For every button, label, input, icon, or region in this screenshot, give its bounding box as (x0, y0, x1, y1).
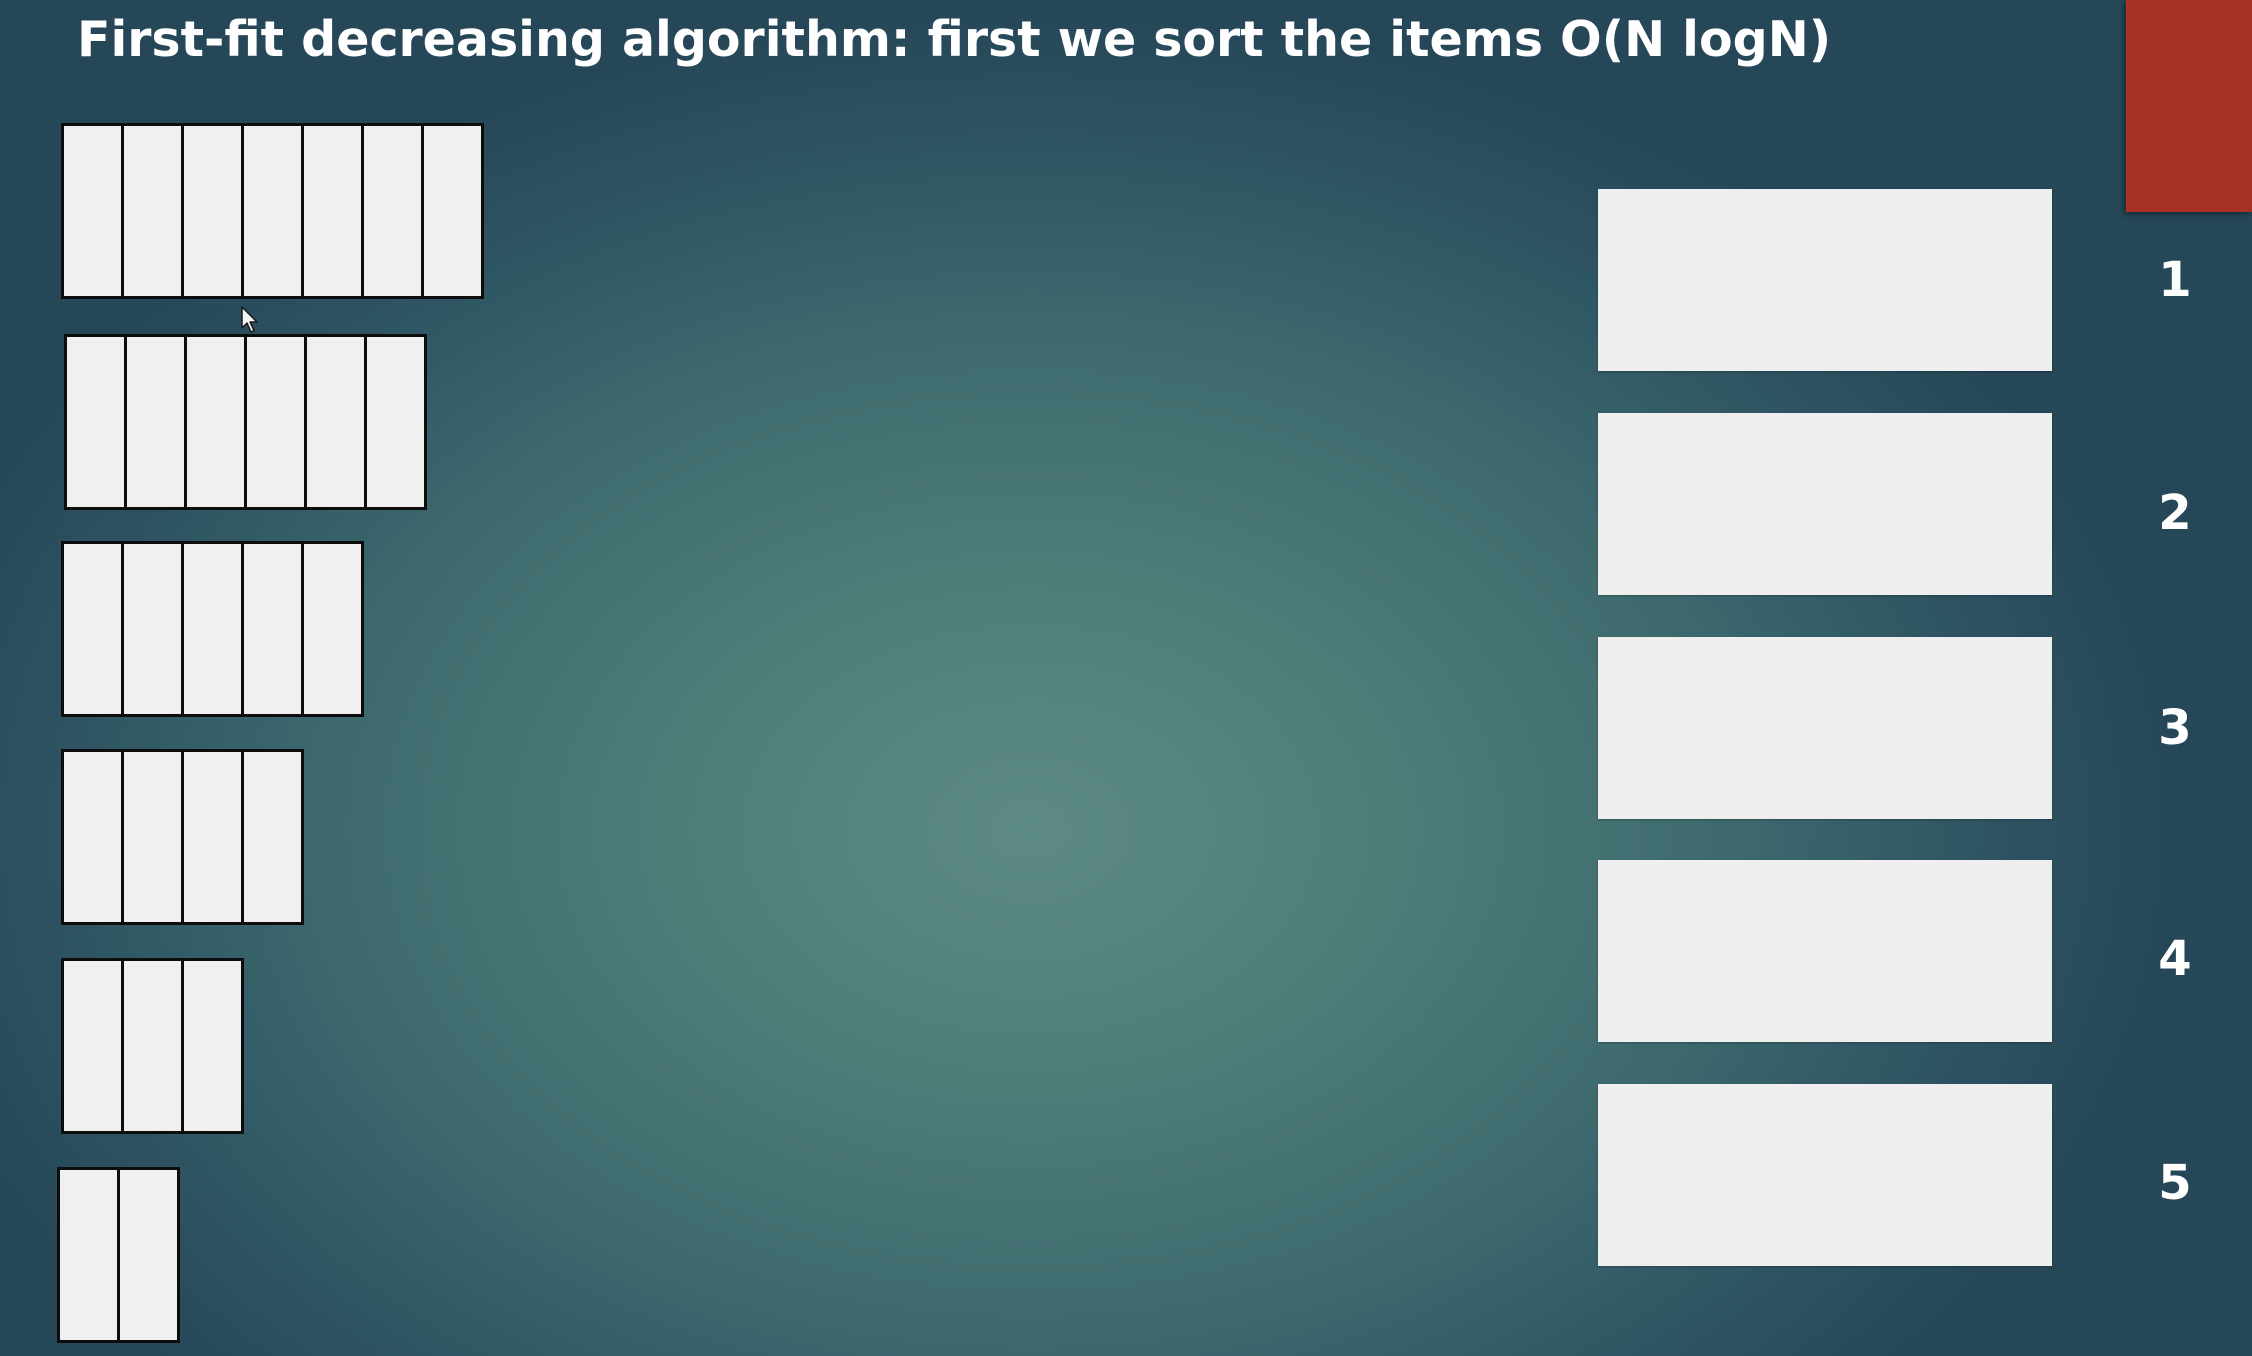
slide-title: First-fit decreasing algorithm: first we… (77, 11, 1832, 68)
item-unit (60, 1170, 120, 1340)
bin-3 (1598, 637, 2052, 819)
item-unit (124, 961, 184, 1131)
item-unit (307, 337, 367, 507)
item-5 (61, 958, 244, 1134)
bin-5-label: 5 (2158, 1155, 2192, 1211)
bin-4-label: 4 (2158, 931, 2192, 987)
item-unit (124, 126, 184, 296)
bin-3-label: 3 (2158, 700, 2192, 756)
item-unit (424, 126, 484, 296)
item-unit (184, 126, 244, 296)
item-unit (184, 961, 244, 1131)
item-unit (244, 544, 304, 714)
bin-4 (1598, 860, 2052, 1042)
item-6 (57, 1167, 180, 1343)
item-2 (64, 334, 427, 510)
item-unit (124, 544, 184, 714)
item-unit (304, 126, 364, 296)
item-unit (64, 126, 124, 296)
item-unit (184, 544, 244, 714)
item-unit (64, 961, 124, 1131)
bin-1 (1598, 189, 2052, 371)
item-4 (61, 749, 304, 925)
item-unit (64, 544, 124, 714)
item-unit (247, 337, 307, 507)
item-unit (184, 752, 244, 922)
bin-2 (1598, 413, 2052, 595)
item-unit (120, 1170, 180, 1340)
item-unit (244, 126, 304, 296)
bin-1-label: 1 (2158, 252, 2192, 308)
mouse-pointer-icon (241, 306, 258, 333)
bin-2-label: 2 (2158, 485, 2192, 541)
item-unit (127, 337, 187, 507)
item-1 (61, 123, 484, 299)
item-unit (364, 126, 424, 296)
item-unit (304, 544, 364, 714)
item-unit (367, 337, 427, 507)
item-unit (67, 337, 127, 507)
accent-bar (2126, 0, 2252, 212)
item-unit (64, 752, 124, 922)
bin-5 (1598, 1084, 2052, 1266)
item-3 (61, 541, 364, 717)
item-unit (244, 752, 304, 922)
item-unit (124, 752, 184, 922)
item-unit (187, 337, 247, 507)
